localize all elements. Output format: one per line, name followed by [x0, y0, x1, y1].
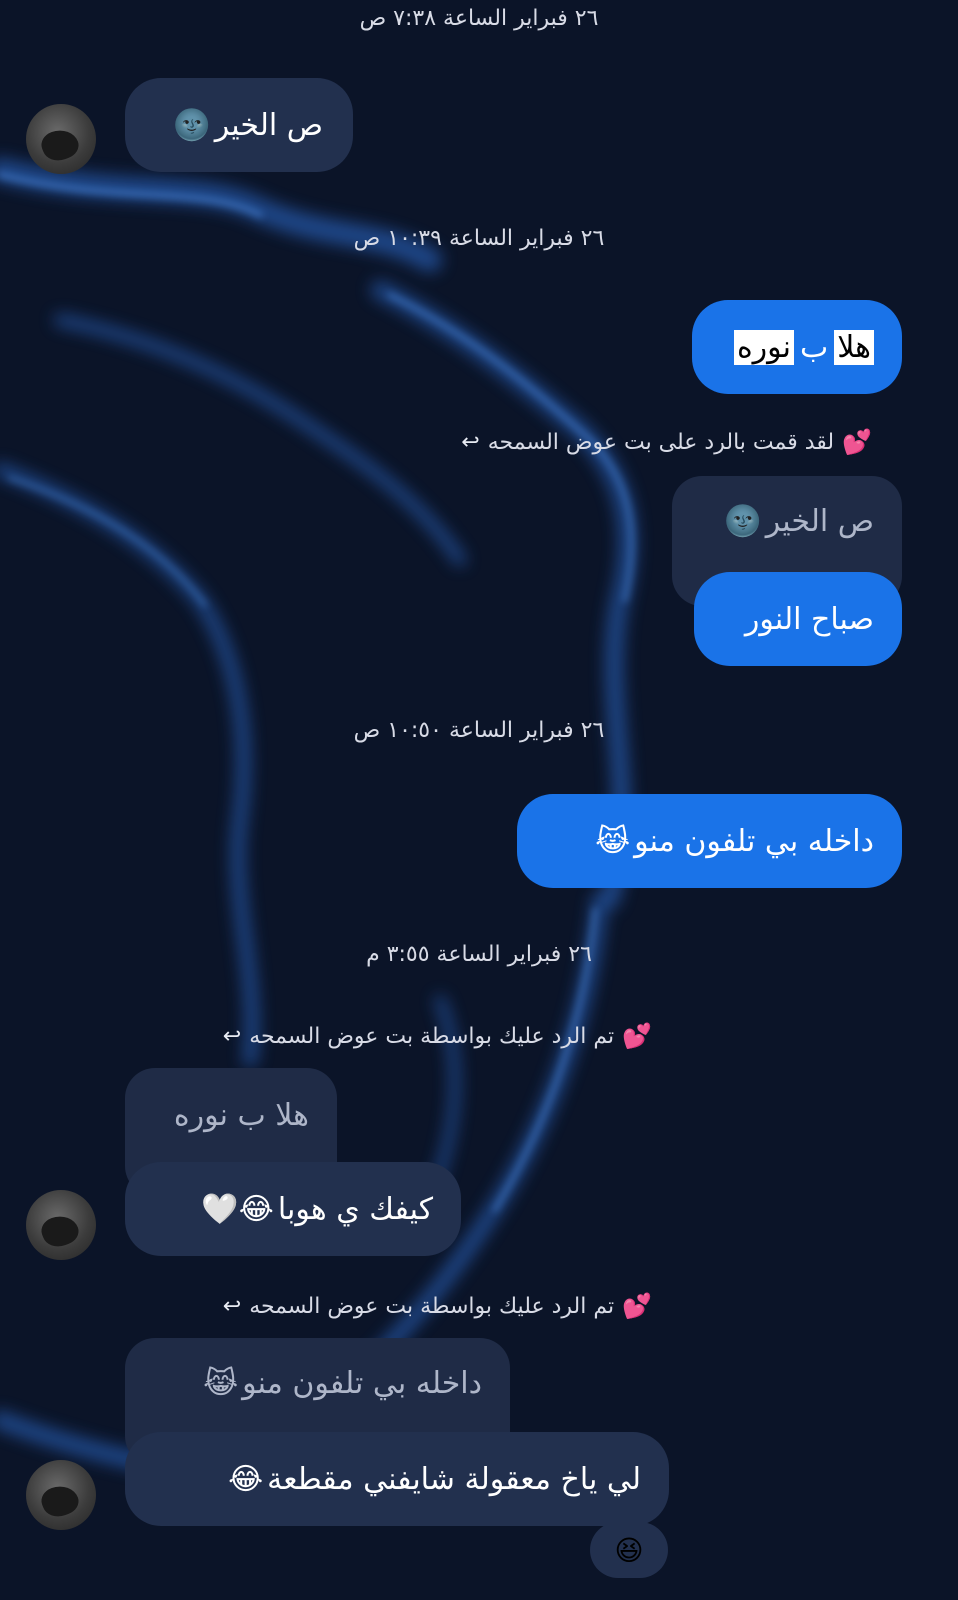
timestamp: ٢٦ فبراير الساعة ١٠:٣٩ ص	[353, 226, 605, 251]
moon-face-emoji: 🌚	[724, 504, 762, 539]
message-text-word: هلا	[834, 329, 874, 365]
moon-face-emoji: 🌚	[173, 107, 211, 143]
reply-note-text: تم الرد عليك بواسطة بت عوض السمحه	[249, 1293, 615, 1319]
outgoing-message-bubble[interactable]: هلا ب نوره	[692, 300, 902, 394]
message-text: لي ياخ معقولة شايفني مقطعة	[267, 1461, 641, 1497]
message-text: صباح النور	[744, 601, 874, 637]
message-text-word: نوره	[733, 329, 795, 365]
reply-indicator: 💕 تم الرد عليك بواسطة بت عوض السمحه ↩	[223, 1022, 652, 1050]
message-text: كيفك ي هوبا	[277, 1191, 433, 1227]
timestamp: ٢٦ فبراير الساعة ٣:٥٥ م	[366, 942, 592, 967]
grinning-squinting-emoji: 😆	[614, 1533, 644, 1567]
reply-arrow-icon: ↩	[222, 1023, 242, 1049]
cat-tears-of-joy-emoji: 😹	[595, 823, 631, 859]
reply-note-text: تم الرد عليك بواسطة بت عوض السمحه	[249, 1023, 615, 1049]
two-hearts-icon: 💕	[622, 1292, 652, 1320]
incoming-message-bubble[interactable]: كيفك ي هوبا 😂🤍	[125, 1162, 461, 1256]
tears-of-joy-emoji: 😂	[228, 1461, 264, 1497]
outgoing-message-bubble[interactable]: صباح النور	[694, 572, 902, 666]
message-text-word: ب	[800, 329, 829, 365]
reaction-badge[interactable]: 😆	[590, 1522, 668, 1578]
outgoing-message-bubble[interactable]: داخله بي تلفون منو 😹	[517, 794, 902, 888]
incoming-message-bubble[interactable]: لي ياخ معقولة شايفني مقطعة 😂	[125, 1432, 669, 1526]
incoming-message-bubble[interactable]: ص الخير 🌚	[125, 78, 353, 172]
reply-indicator: 💕 لقد قمت بالرد على بت عوض السمحه ↩	[461, 428, 872, 456]
timestamp: ٢٦ فبراير الساعة ١٠:٥٠ ص	[353, 718, 605, 743]
quoted-text: هلا ب نوره	[173, 1098, 309, 1133]
avatar[interactable]	[26, 104, 96, 174]
reply-note-text: لقد قمت بالرد على بت عوض السمحه	[487, 429, 835, 455]
timestamp: ٢٦ فبراير الساعة ٧:٣٨ ص	[359, 6, 599, 31]
reply-arrow-icon: ↩	[222, 1293, 242, 1319]
avatar[interactable]	[26, 1460, 96, 1530]
quoted-text: ص الخير	[765, 504, 874, 539]
two-hearts-icon: 💕	[622, 1022, 652, 1050]
tears-of-joy-white-heart-emoji: 😂🤍	[201, 1191, 274, 1227]
cat-tears-of-joy-emoji: 😹	[203, 1366, 239, 1401]
reply-arrow-icon: ↩	[461, 429, 480, 455]
two-hearts-icon: 💕	[842, 428, 872, 456]
quoted-text: داخله بي تلفون منو	[242, 1366, 482, 1401]
avatar[interactable]	[26, 1190, 96, 1260]
message-text: ص الخير	[214, 107, 323, 143]
message-text: داخله بي تلفون منو	[634, 823, 874, 859]
reply-indicator: 💕 تم الرد عليك بواسطة بت عوض السمحه ↩	[223, 1292, 652, 1320]
